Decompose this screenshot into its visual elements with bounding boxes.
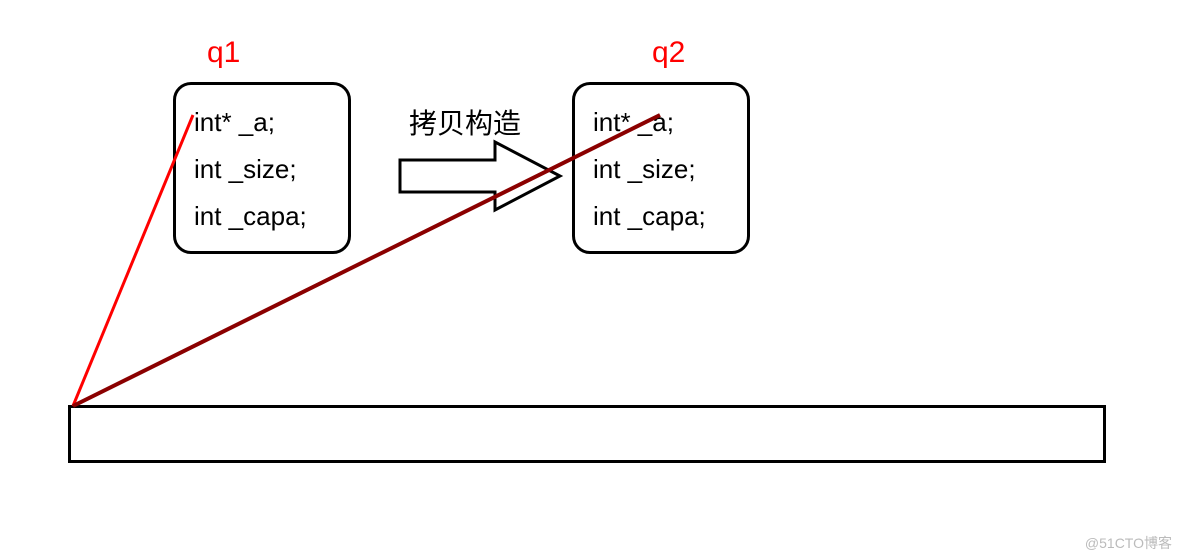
- box1-line3: int _capa;: [194, 193, 330, 240]
- struct-box-q1: int* _a; int _size; int _capa;: [173, 82, 351, 254]
- label-q2: q2: [652, 36, 685, 70]
- watermark: @51CTO博客: [1085, 533, 1172, 553]
- box2-line1: int* _a;: [593, 99, 729, 146]
- box1-line2: int _size;: [194, 146, 330, 193]
- box2-line3: int _capa;: [593, 193, 729, 240]
- box2-line2: int _size;: [593, 146, 729, 193]
- arrow-label: 拷贝构造: [409, 102, 521, 142]
- label-q1: q1: [207, 36, 240, 70]
- box1-line1: int* _a;: [194, 99, 330, 146]
- memory-bar: [68, 405, 1106, 463]
- struct-box-q2: int* _a; int _size; int _capa;: [572, 82, 750, 254]
